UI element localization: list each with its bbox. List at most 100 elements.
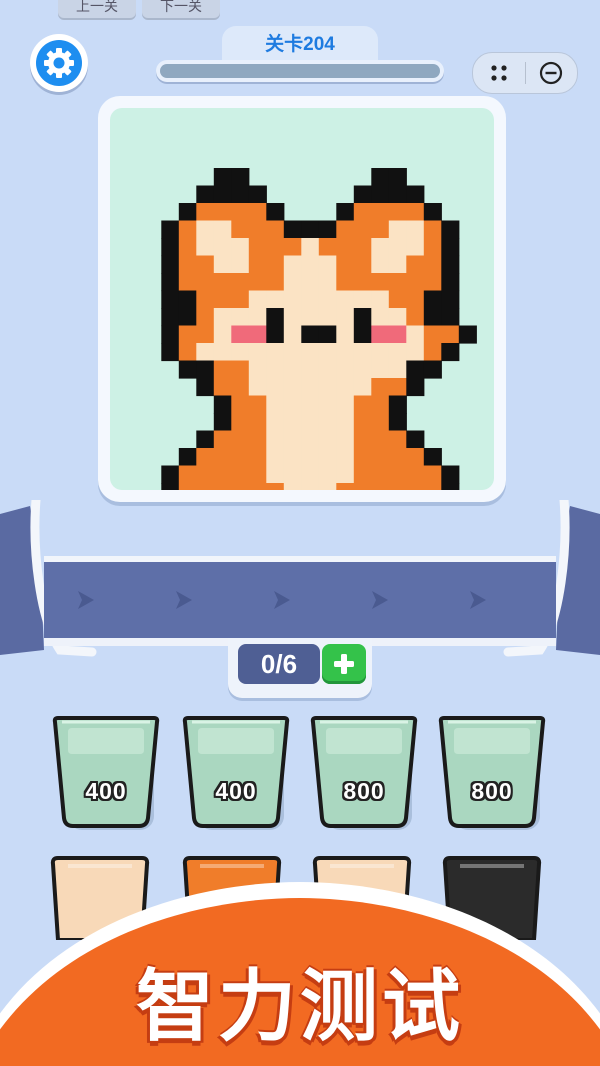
pixel-cell bbox=[353, 185, 372, 204]
menu-button[interactable] bbox=[473, 53, 525, 93]
prev-level-tab[interactable]: 上一关 bbox=[58, 0, 136, 18]
pixel-cell bbox=[161, 325, 180, 344]
pixel-cell bbox=[301, 483, 320, 490]
pixel-cell bbox=[266, 413, 285, 432]
pixel-cell bbox=[353, 413, 372, 432]
pixel-cell bbox=[283, 238, 302, 257]
pixel-cell bbox=[423, 290, 442, 309]
pixel-cell bbox=[248, 325, 267, 344]
pixel-cell bbox=[266, 220, 285, 239]
pixel-cell bbox=[196, 220, 215, 239]
pixel-cell bbox=[353, 378, 372, 397]
pixel-cell bbox=[161, 220, 180, 239]
pixel-cell bbox=[231, 395, 250, 414]
pixel-cell bbox=[353, 465, 372, 484]
pixel-cell bbox=[213, 203, 232, 222]
pixel-cell bbox=[178, 290, 197, 309]
pixel-cell bbox=[423, 343, 442, 362]
paint-bucket[interactable]: 400 bbox=[180, 710, 292, 836]
add-slot-button[interactable] bbox=[322, 644, 366, 684]
pixel-cell bbox=[336, 290, 355, 309]
pixel-cell bbox=[371, 185, 390, 204]
pixel-cell bbox=[301, 465, 320, 484]
pixel-cell bbox=[161, 343, 180, 362]
pixel-cell bbox=[371, 290, 390, 309]
chevron-right-icon bbox=[274, 591, 290, 609]
bucket-icon bbox=[52, 716, 160, 830]
pixel-cell bbox=[406, 465, 425, 484]
pixel-cell bbox=[301, 290, 320, 309]
pixel-cell bbox=[283, 343, 302, 362]
pixel-cell bbox=[406, 343, 425, 362]
pixel-cell bbox=[318, 448, 337, 467]
pixel-cell bbox=[301, 308, 320, 327]
pixel-cell bbox=[371, 413, 390, 432]
pixel-cell bbox=[388, 185, 407, 204]
pixel-cell bbox=[353, 238, 372, 257]
paint-bucket[interactable]: 400 bbox=[50, 710, 162, 836]
bucket-icon bbox=[182, 716, 290, 830]
next-level-tab[interactable]: 下一关 bbox=[142, 0, 220, 18]
bucket-capacity: 400 bbox=[85, 778, 127, 804]
pixel-cell bbox=[248, 238, 267, 257]
pixel-cell bbox=[266, 325, 285, 344]
pixel-cell bbox=[248, 448, 267, 467]
pixel-cell bbox=[301, 255, 320, 274]
pixel-cell bbox=[336, 203, 355, 222]
pixel-cell bbox=[371, 483, 390, 490]
pixel-cell bbox=[213, 220, 232, 239]
pixel-cell bbox=[388, 273, 407, 292]
pixel-cell bbox=[283, 325, 302, 344]
pixel-cell bbox=[318, 238, 337, 257]
pixel-cell bbox=[213, 290, 232, 309]
pixel-cell bbox=[353, 308, 372, 327]
pixel-cell bbox=[161, 238, 180, 257]
pixel-cell bbox=[423, 273, 442, 292]
pixel-cell bbox=[318, 273, 337, 292]
pixel-cell bbox=[371, 430, 390, 449]
pixel-cell bbox=[371, 273, 390, 292]
pixel-cell bbox=[178, 483, 197, 490]
pixel-cell bbox=[213, 168, 232, 187]
pixel-cell bbox=[231, 343, 250, 362]
pixel-cell bbox=[248, 430, 267, 449]
pixel-cell bbox=[213, 325, 232, 344]
pixel-cell bbox=[336, 465, 355, 484]
chevron-right-icon bbox=[470, 591, 486, 609]
pixel-cell bbox=[178, 308, 197, 327]
pixel-cell bbox=[213, 185, 232, 204]
slot-counter: 0/6 bbox=[228, 638, 372, 698]
paint-bucket[interactable]: 800 bbox=[308, 710, 420, 836]
pixel-cell bbox=[178, 273, 197, 292]
pixel-cell bbox=[266, 360, 285, 379]
pixel-cell bbox=[196, 255, 215, 274]
close-button[interactable] bbox=[526, 53, 576, 93]
pixel-cell bbox=[388, 255, 407, 274]
pixel-cell bbox=[336, 255, 355, 274]
pixel-cell bbox=[406, 483, 425, 490]
pixel-cell bbox=[318, 465, 337, 484]
pixel-cell bbox=[283, 395, 302, 414]
pixel-cell bbox=[231, 220, 250, 239]
pixel-cell bbox=[213, 430, 232, 449]
paint-bucket[interactable]: 800 bbox=[436, 710, 548, 836]
pixel-cell bbox=[266, 483, 285, 490]
pixel-cell bbox=[441, 325, 460, 344]
pixel-cell bbox=[301, 378, 320, 397]
puzzle-board bbox=[110, 108, 494, 490]
pixel-cell bbox=[266, 430, 285, 449]
pixel-cell bbox=[441, 273, 460, 292]
chevron-right-icon bbox=[372, 591, 388, 609]
pixel-cell bbox=[283, 360, 302, 379]
pixel-cell bbox=[161, 273, 180, 292]
pixel-cell bbox=[388, 378, 407, 397]
pixel-cell bbox=[318, 290, 337, 309]
settings-button[interactable] bbox=[30, 34, 88, 92]
pixel-cell bbox=[248, 255, 267, 274]
pixel-cell bbox=[318, 395, 337, 414]
pixel-cell bbox=[231, 273, 250, 292]
pixel-cell bbox=[231, 483, 250, 490]
pixel-cell bbox=[388, 465, 407, 484]
pixel-cell bbox=[353, 203, 372, 222]
pixel-cell bbox=[423, 203, 442, 222]
